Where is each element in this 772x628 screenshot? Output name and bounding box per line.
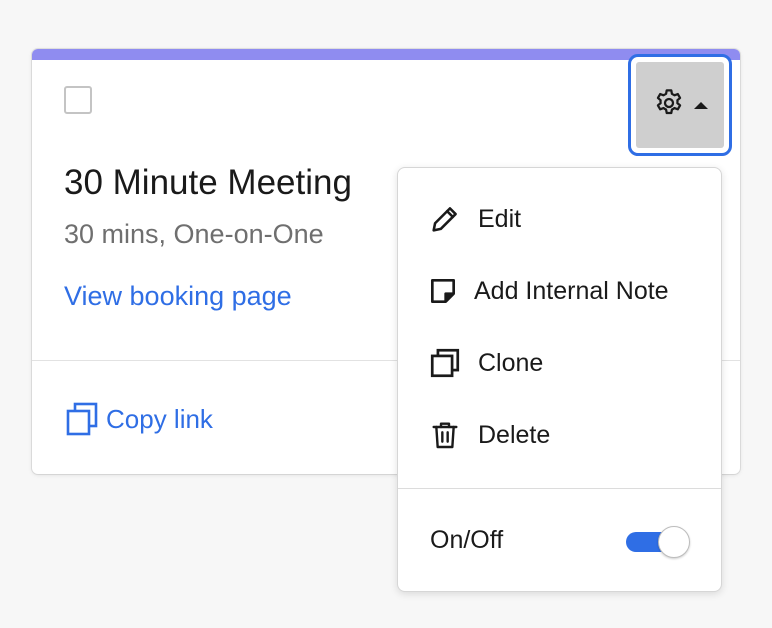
caret-up-icon	[693, 101, 708, 109]
clone-icon	[428, 346, 462, 380]
menu-divider	[398, 488, 721, 489]
copy-icon	[66, 402, 98, 436]
trash-icon	[428, 418, 462, 452]
toggle-knob	[658, 526, 690, 558]
menu-item-clone[interactable]: Clone	[398, 333, 721, 393]
copy-link-label: Copy link	[106, 403, 213, 434]
menu-item-add-internal-note[interactable]: Add Internal Note	[398, 261, 721, 321]
on-off-toggle[interactable]	[626, 526, 690, 558]
select-checkbox[interactable]	[64, 86, 92, 114]
pencil-icon	[428, 202, 462, 236]
view-booking-page-link[interactable]: View booking page	[64, 278, 292, 314]
settings-menu: Edit Add Internal Note Clone Delete On/O…	[397, 167, 722, 592]
gear-icon	[653, 87, 685, 124]
menu-item-label: Delete	[478, 420, 551, 449]
menu-item-edit[interactable]: Edit	[398, 189, 721, 249]
note-icon	[426, 274, 460, 308]
menu-item-label: Edit	[478, 204, 522, 233]
copy-link-button[interactable]: Copy link	[66, 401, 213, 437]
event-title: 30 Minute Meeting	[64, 163, 352, 202]
menu-item-label: Clone	[478, 348, 544, 377]
settings-dropdown-button[interactable]	[628, 54, 732, 156]
settings-button-face	[636, 62, 724, 148]
event-subtitle: 30 mins, One-on-One	[64, 219, 324, 249]
menu-item-delete[interactable]: Delete	[398, 405, 721, 465]
on-off-label: On/Off	[430, 526, 504, 554]
on-off-row: On/Off	[398, 512, 721, 572]
menu-item-label: Add Internal Note	[474, 276, 669, 305]
